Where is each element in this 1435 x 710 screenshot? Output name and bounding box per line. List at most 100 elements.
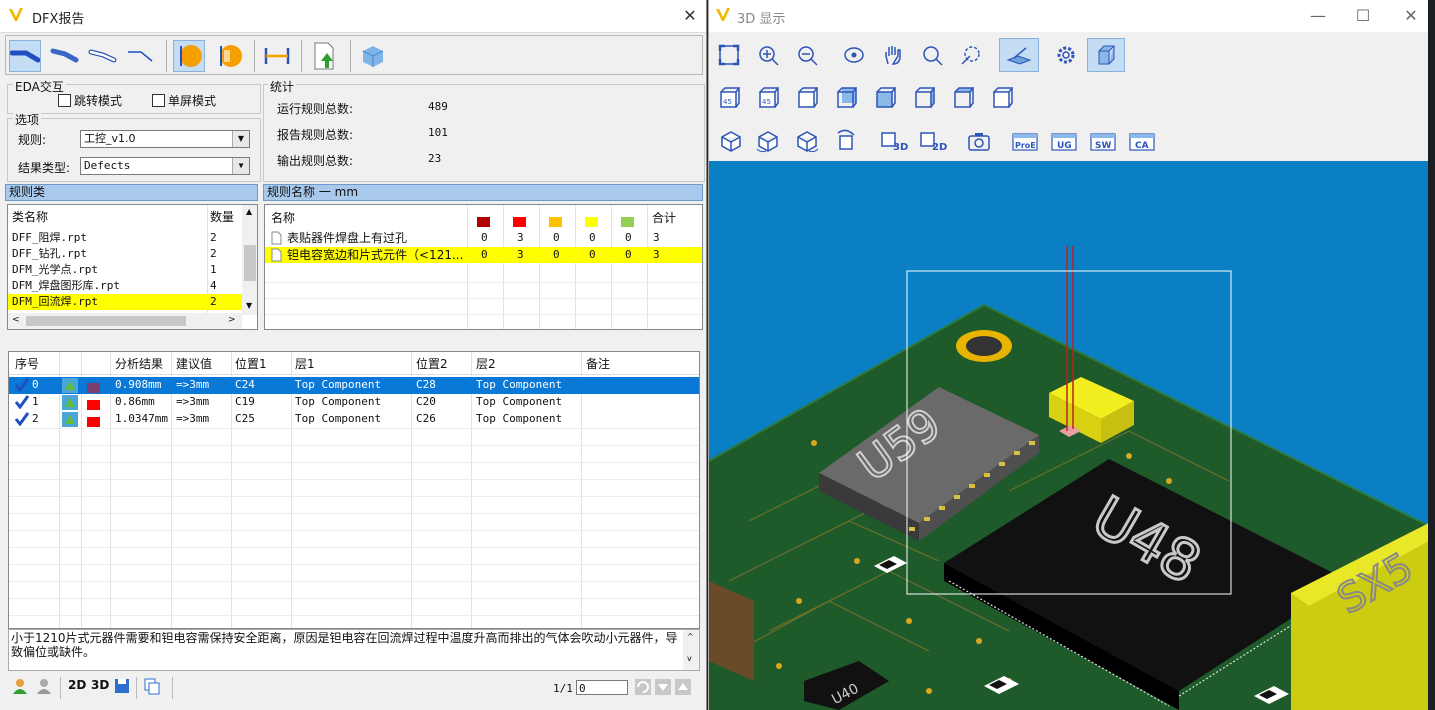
trace-mode-4-button[interactable] [124,40,156,72]
prev-page-button[interactable] [675,679,691,695]
view-top-button[interactable] [946,82,980,114]
refresh-button[interactable] [635,679,651,695]
view-right-button[interactable] [907,82,941,114]
dfx-close-button[interactable]: ✕ [678,6,702,26]
mode-3d-button[interactable]: 3D [878,125,914,157]
col-index: 序号 [15,357,40,371]
table-row-selected[interactable]: 0 0.908mm =>3mm C24 Top Component C28 To… [9,377,699,394]
zoom-in-button[interactable] [751,39,785,71]
rule-select[interactable]: 工控_v1.0 ▼ [80,130,250,148]
settings-button[interactable] [1049,39,1083,71]
layer-plane-button[interactable] [999,38,1039,72]
rule-name-list-header: 名称 合计 [265,210,702,229]
chevron-down-icon: ▼ [232,131,249,147]
measure-button[interactable] [261,40,293,72]
next-page-button[interactable] [655,679,671,695]
export-ca-button[interactable]: CA [1125,125,1159,157]
trace-mode-1-button[interactable] [9,40,41,72]
minimize-button[interactable]: — [1306,6,1330,26]
rule-row[interactable]: 表贴器件焊盘上有过孔 0 3 0 0 0 3 [265,230,702,246]
rule-class-list: 类名称 数量 DFF_阻焊.rpt 2 DFF_钻孔.rpt 2 DFM_光学点.r… [7,204,258,330]
severity-high-swatch [513,213,526,229]
rotate-button[interactable] [837,39,871,71]
model-3d-button[interactable] [357,40,389,72]
chevron-down-icon: ▼ [232,158,249,174]
col-pos1: 位置1 [235,357,267,371]
results-table: 序号 分析结果 建议值 位置1 层1 位置2 层2 备注 0 0.908mm =… [8,351,700,629]
rule-label: 规则: [18,133,47,147]
rotate-cube-4-button[interactable] [829,125,863,157]
measure-icon [264,48,290,64]
list-item-selected[interactable]: DFM_回流焊.rpt 2 [8,294,242,310]
export-sw-button[interactable]: SW [1086,125,1120,157]
view-2d-button[interactable]: 2D [68,678,86,692]
table-row[interactable]: 1 0.86mm =>3mm C19 Top Component C20 Top… [9,394,699,411]
save-icon [115,679,129,693]
trace-thin-icon [128,51,153,62]
maximize-button[interactable]: ☐ [1351,6,1375,26]
gear-icon [1057,46,1075,64]
viewer-titlebar: 3D 显示 — ☐ ✕ [709,0,1429,32]
table-row[interactable]: 2 1.0347mm =>3mm C25 Top Component C26 T… [9,411,699,428]
single-screen-checkbox[interactable]: 单屏模式 [152,92,216,109]
view-iso45-a-button[interactable]: 45 [712,82,746,114]
chevron-right-icon: > [228,315,236,325]
rotate-cube-1-button[interactable] [714,125,748,157]
list-item[interactable]: DFM_光学点.rpt 1 [8,262,242,278]
list-item[interactable]: DFF_阻焊.rpt 2 [8,230,242,246]
trace-mode-3-button[interactable] [86,40,118,72]
pan-button[interactable] [876,39,910,71]
copy-icon [144,678,160,695]
locate-icon[interactable] [62,412,78,432]
results-table-header: 序号 分析结果 建议值 位置1 层1 位置2 层2 备注 [9,352,699,375]
page-input[interactable]: 0 [576,680,628,695]
box-view-button[interactable] [1087,38,1125,72]
pad-half-button[interactable] [213,40,245,72]
rule-class-header: 规则类 [5,184,258,201]
result-type-select[interactable]: Defects ▼ [80,157,250,175]
list-item[interactable]: DFM_焊盘图形库.rpt 4 [8,278,242,294]
rule-row-selected[interactable]: 钽电容宽边和片式元件（<121... 0 3 0 0 0 3 [265,247,702,263]
hand-icon [885,46,901,65]
rule-description: 小于1210片式元器件需要和钽电容需保持安全距离，原因是钽电容在回流焊过程中温度… [11,631,678,659]
section-button[interactable] [954,39,988,71]
view-bottom-button[interactable] [985,82,1019,114]
export-ug-button[interactable]: UG [1047,125,1081,157]
camera-icon [968,133,990,151]
scroll-thumb[interactable] [244,245,256,281]
zoom-window-button[interactable] [915,39,949,71]
export-proe-button[interactable]: ProE [1008,125,1042,157]
rotate-cube-3-button[interactable] [790,125,824,157]
zoom-out-button[interactable] [790,39,824,71]
view-front-button[interactable] [790,82,824,114]
mode-2d-button[interactable]: 2D [917,125,953,157]
magnifier-icon [923,46,943,66]
severity-swatch [87,414,100,430]
jump-mode-checkbox[interactable]: 跳转模式 [58,92,122,109]
cube-2d-icon: 2D [920,132,947,153]
screenshot-button[interactable] [962,125,996,157]
view-iso45-b-button[interactable]: 45 [751,82,785,114]
rotate-cube-2-button[interactable] [751,125,785,157]
pad-circle-button[interactable] [173,40,205,72]
description-vscroll[interactable]: ^ v [683,630,699,670]
view-3d-button[interactable]: 3D [91,678,109,692]
pcb-3d-viewport[interactable]: U59 U48 SX5 U40 [709,161,1429,710]
fit-view-icon [718,44,740,66]
viewer-close-button[interactable]: ✕ [1399,6,1423,26]
user-disabled-button[interactable] [36,678,54,699]
user-report-button[interactable] [12,678,30,699]
save-button[interactable] [113,677,131,698]
export-button[interactable] [308,40,340,72]
rule-class-vscroll[interactable]: ▲ ▼ [242,205,257,315]
chevron-up-icon: ^ [687,632,694,641]
trace-mode-2-button[interactable] [48,40,80,72]
copy-button[interactable] [143,677,161,698]
scroll-thumb[interactable] [26,316,186,326]
cube-rotate-icon [721,131,741,152]
view-back-button[interactable] [829,82,863,114]
list-item[interactable]: DFF_钻孔.rpt 2 [8,246,242,262]
fit-view-button[interactable] [712,39,746,71]
view-left-button[interactable] [868,82,902,114]
rule-class-hscroll[interactable]: < > [8,313,242,329]
